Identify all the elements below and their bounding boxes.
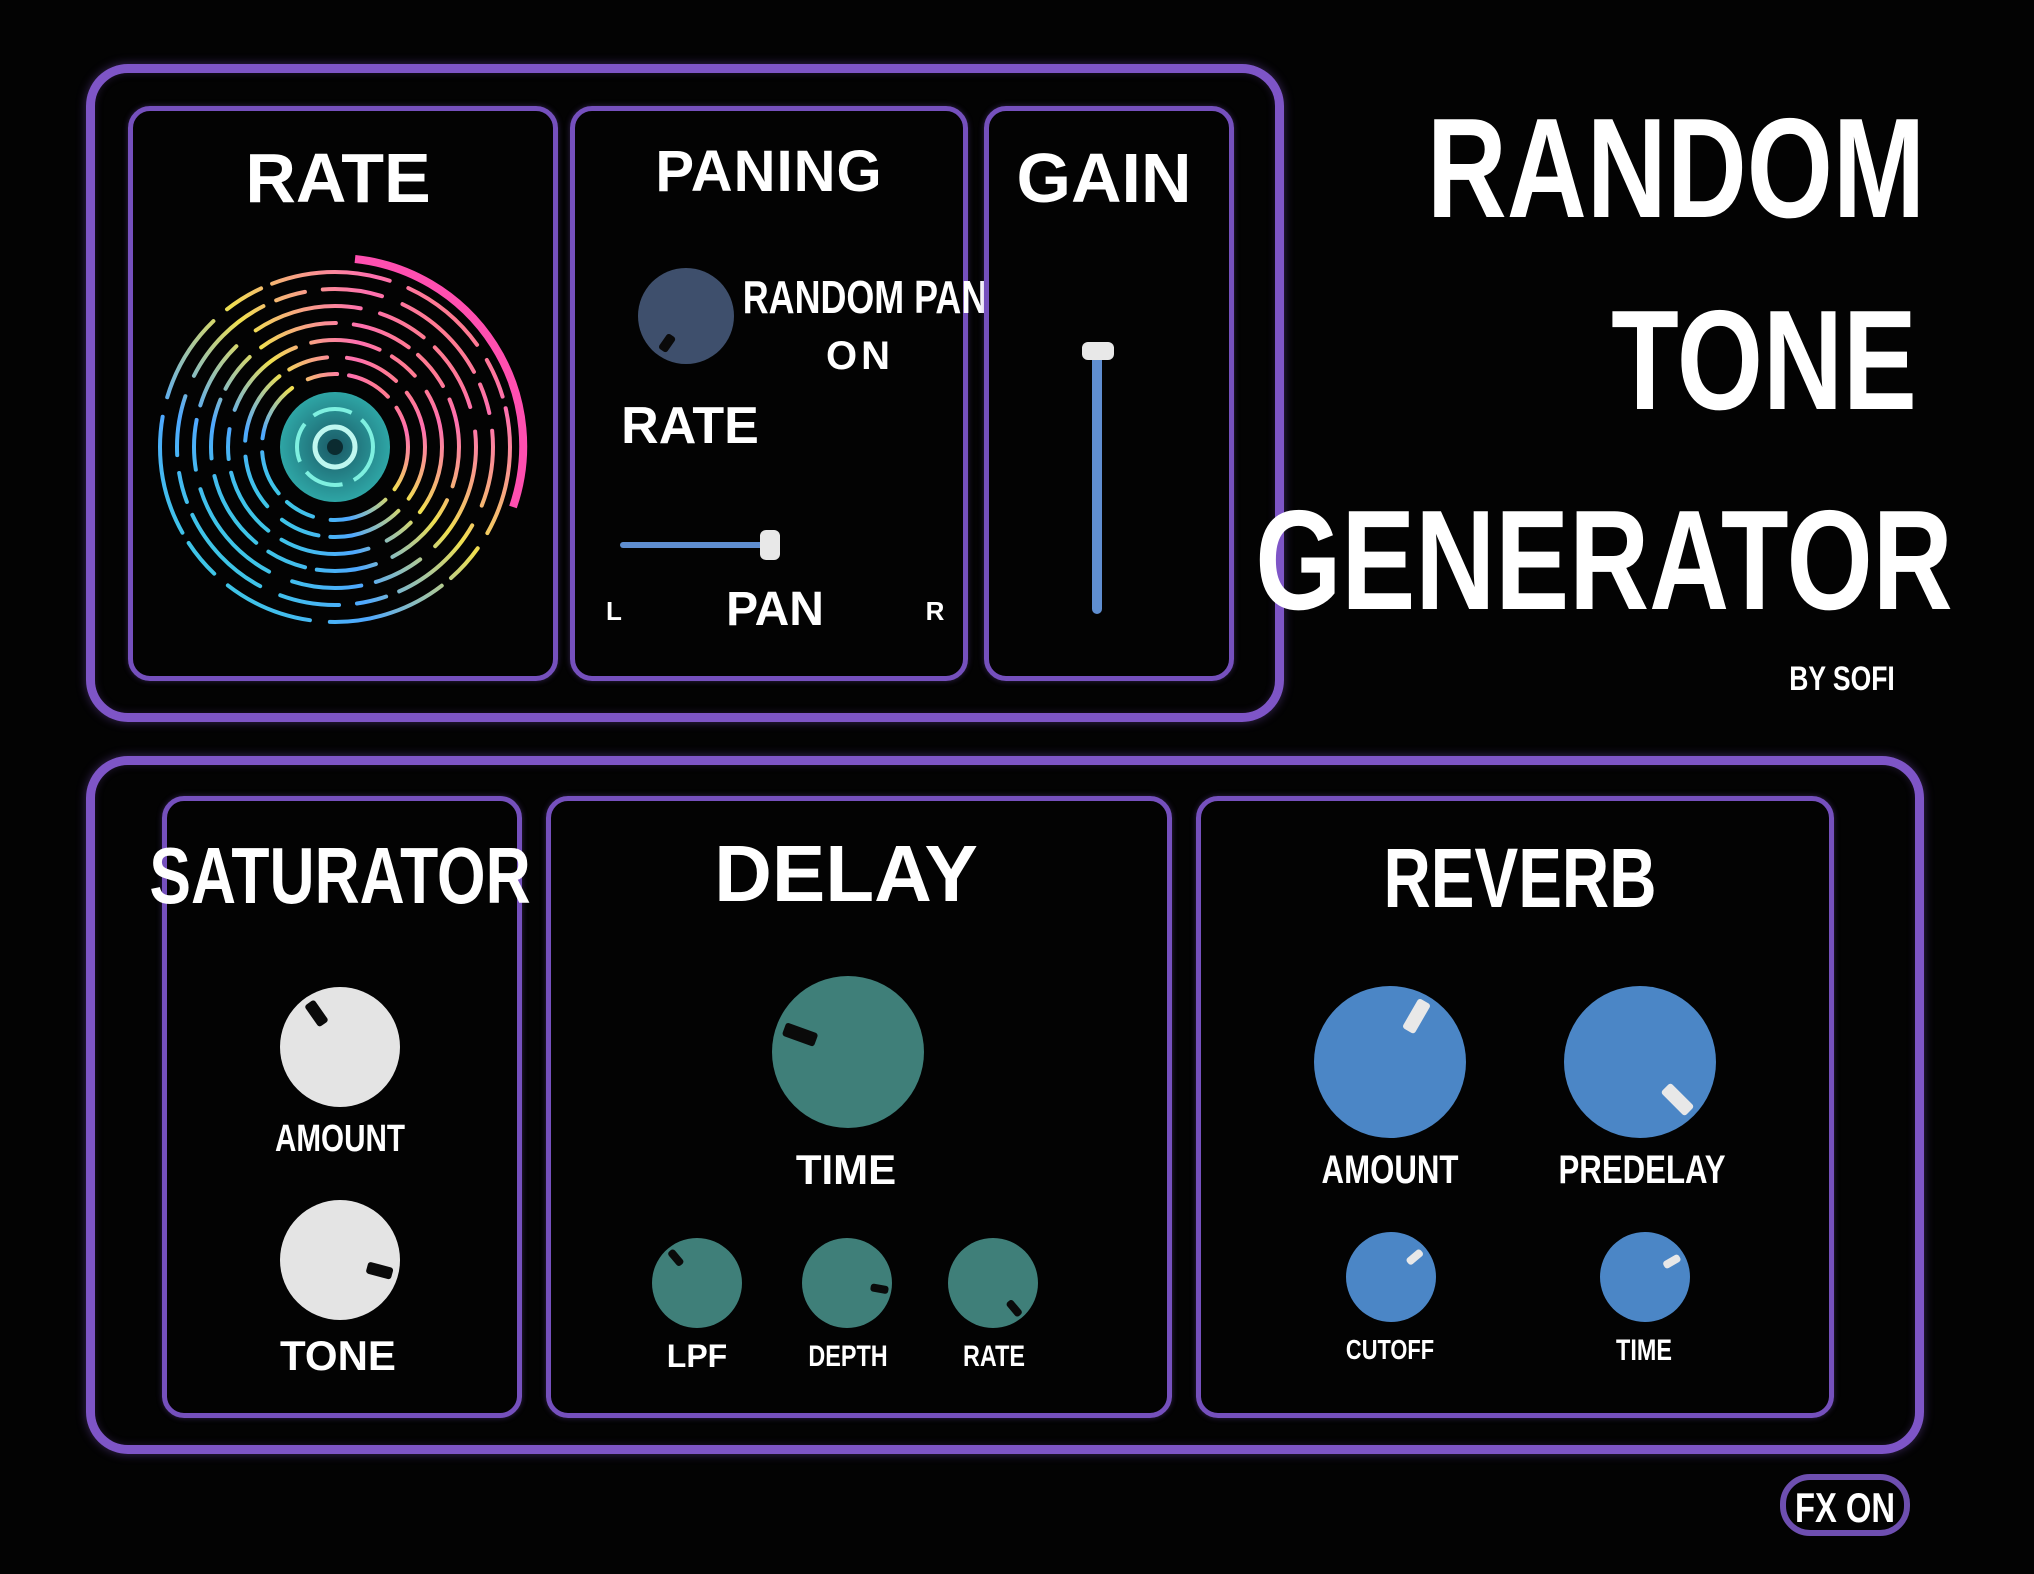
pan-right-label: R	[925, 596, 945, 626]
byline: BY SOFI	[1789, 660, 1895, 698]
paning-rate-knob[interactable]	[638, 268, 734, 364]
delay-rate-knob[interactable]	[948, 1238, 1038, 1328]
app-title-line1: RANDOM	[1426, 89, 1926, 248]
random-pan-toggle[interactable]: ON	[826, 334, 894, 379]
delay-rate-label: RATE	[963, 1340, 1025, 1373]
pan-label: PAN	[726, 583, 824, 636]
paning-rate-label: RATE	[621, 397, 759, 455]
pan-slider-track[interactable]	[620, 542, 768, 548]
delay-time-knob[interactable]	[772, 976, 924, 1128]
delay-panel-title: DELAY	[714, 829, 978, 918]
app-title-line3: GENERATOR	[1255, 481, 1953, 640]
app-title-line2: TONE	[1611, 281, 1917, 440]
delay-depth-knob[interactable]	[802, 1238, 892, 1328]
saturator-amount-label: AMOUNT	[274, 1118, 406, 1160]
gain-panel-title: GAIN	[1016, 139, 1192, 217]
circular-spectrum-visualizer-icon	[158, 255, 528, 624]
delay-lpf-label: LPF	[666, 1338, 728, 1374]
reverb-amount-label: AMOUNT	[1321, 1148, 1459, 1192]
reverb-cutoff-label: CUTOFF	[1345, 1334, 1435, 1365]
reverb-cutoff-knob[interactable]	[1346, 1232, 1436, 1322]
fx-on-label: FX ON	[1794, 1484, 1896, 1531]
reverb-time-knob[interactable]	[1600, 1232, 1690, 1322]
reverb-amount-knob[interactable]	[1314, 986, 1466, 1138]
gain-slider-track[interactable]	[1092, 352, 1102, 614]
paning-panel-title: PANING	[655, 139, 883, 204]
saturator-amount-knob[interactable]	[280, 987, 400, 1107]
random-pan-label: RANDOM PAN	[742, 271, 988, 323]
delay-depth-label: DEPTH	[808, 1340, 888, 1373]
fx-on-button[interactable]: FX ON	[1780, 1474, 1910, 1536]
reverb-panel-title: REVERB	[1383, 831, 1657, 925]
delay-time-label: TIME	[795, 1146, 897, 1193]
delay-lpf-knob[interactable]	[652, 1238, 742, 1328]
pan-slider-handle[interactable]	[760, 530, 780, 560]
gain-slider-handle[interactable]	[1082, 342, 1114, 360]
reverb-predelay-knob[interactable]	[1564, 986, 1716, 1138]
saturator-tone-knob[interactable]	[280, 1200, 400, 1320]
pan-left-label: L	[606, 596, 622, 626]
saturator-panel-title: SATURATOR	[149, 831, 531, 920]
saturator-tone-label: TONE	[280, 1332, 396, 1379]
reverb-predelay-label: PREDELAY	[1558, 1148, 1726, 1192]
reverb-time-label: TIME	[1616, 1334, 1672, 1367]
rate-panel-title: RATE	[245, 139, 431, 217]
